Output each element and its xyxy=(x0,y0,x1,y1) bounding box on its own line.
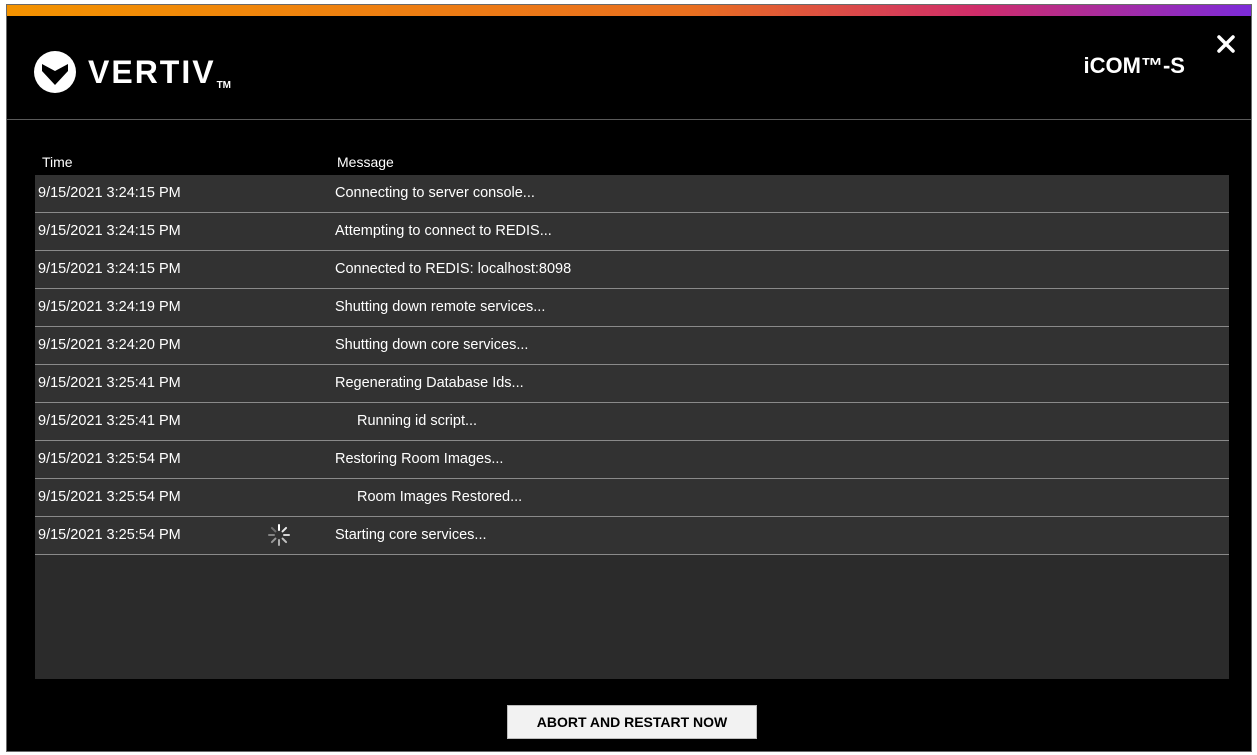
brand-trademark: TM xyxy=(216,80,232,91)
log-time: 9/15/2021 3:24:15 PM xyxy=(38,261,181,277)
table-row: 9/15/2021 3:24:19 PM Shutting down remot… xyxy=(35,289,1229,327)
log-table-header: Time Message xyxy=(35,151,1229,173)
log-message: Running id script... xyxy=(357,413,478,429)
table-row: 9/15/2021 3:24:15 PM Connected to REDIS:… xyxy=(35,251,1229,289)
log-time: 9/15/2021 3:25:54 PM xyxy=(38,451,181,467)
accent-gradient-bar xyxy=(7,5,1251,16)
log-time: 9/15/2021 3:24:19 PM xyxy=(38,299,181,315)
table-row: 9/15/2021 3:24:15 PM Connecting to serve… xyxy=(35,175,1229,213)
log-table[interactable]: 9/15/2021 3:24:15 PM Connecting to serve… xyxy=(35,175,1229,679)
column-header-message: Message xyxy=(337,154,394,170)
restart-dialog: VERTIV TM iCOM™-S Time Message 9/15/2021… xyxy=(6,4,1252,752)
vertiv-logo-icon xyxy=(34,51,76,93)
table-row: 9/15/2021 3:25:54 PM Room Images Restore… xyxy=(35,479,1229,517)
header-divider xyxy=(7,119,1251,120)
table-row: 9/15/2021 3:24:15 PM Attempting to conne… xyxy=(35,213,1229,251)
log-time: 9/15/2021 3:24:15 PM xyxy=(38,185,181,201)
close-button[interactable] xyxy=(1215,33,1237,55)
table-row: 9/15/2021 3:25:41 PM Regenerating Databa… xyxy=(35,365,1229,403)
log-time: 9/15/2021 3:25:41 PM xyxy=(38,375,181,391)
log-time: 9/15/2021 3:25:54 PM xyxy=(38,527,181,543)
log-message: Shutting down remote services... xyxy=(335,299,546,315)
loading-spinner-icon xyxy=(268,524,290,546)
log-time: 9/15/2021 3:25:41 PM xyxy=(38,413,181,429)
column-header-time: Time xyxy=(42,154,73,170)
close-icon xyxy=(1217,35,1235,53)
table-row: 9/15/2021 3:24:20 PM Shutting down core … xyxy=(35,327,1229,365)
log-message: Regenerating Database Ids... xyxy=(335,375,524,391)
log-time: 9/15/2021 3:24:20 PM xyxy=(38,337,181,353)
log-message: Restoring Room Images... xyxy=(335,451,504,467)
log-message: Room Images Restored... xyxy=(357,489,523,505)
log-message: Connected to REDIS: localhost:8098 xyxy=(335,261,572,277)
log-message: Connecting to server console... xyxy=(335,185,535,201)
brand-name: VERTIV xyxy=(88,54,216,90)
vertiv-logo: VERTIV TM xyxy=(34,51,231,93)
table-row: 9/15/2021 3:25:54 PM Restoring Room Imag… xyxy=(35,441,1229,479)
log-time: 9/15/2021 3:24:15 PM xyxy=(38,223,181,239)
log-time: 9/15/2021 3:25:54 PM xyxy=(38,489,181,505)
table-row: 9/15/2021 3:25:54 PM Starting core servi… xyxy=(35,517,1229,555)
log-message: Shutting down core services... xyxy=(335,337,529,353)
log-message: Attempting to connect to REDIS... xyxy=(335,223,552,239)
abort-and-restart-button[interactable]: ABORT AND RESTART NOW xyxy=(507,705,757,739)
product-name: iCOM™-S xyxy=(1083,53,1185,78)
log-message: Starting core services... xyxy=(335,527,487,543)
table-row: 9/15/2021 3:25:41 PM Running id script..… xyxy=(35,403,1229,441)
